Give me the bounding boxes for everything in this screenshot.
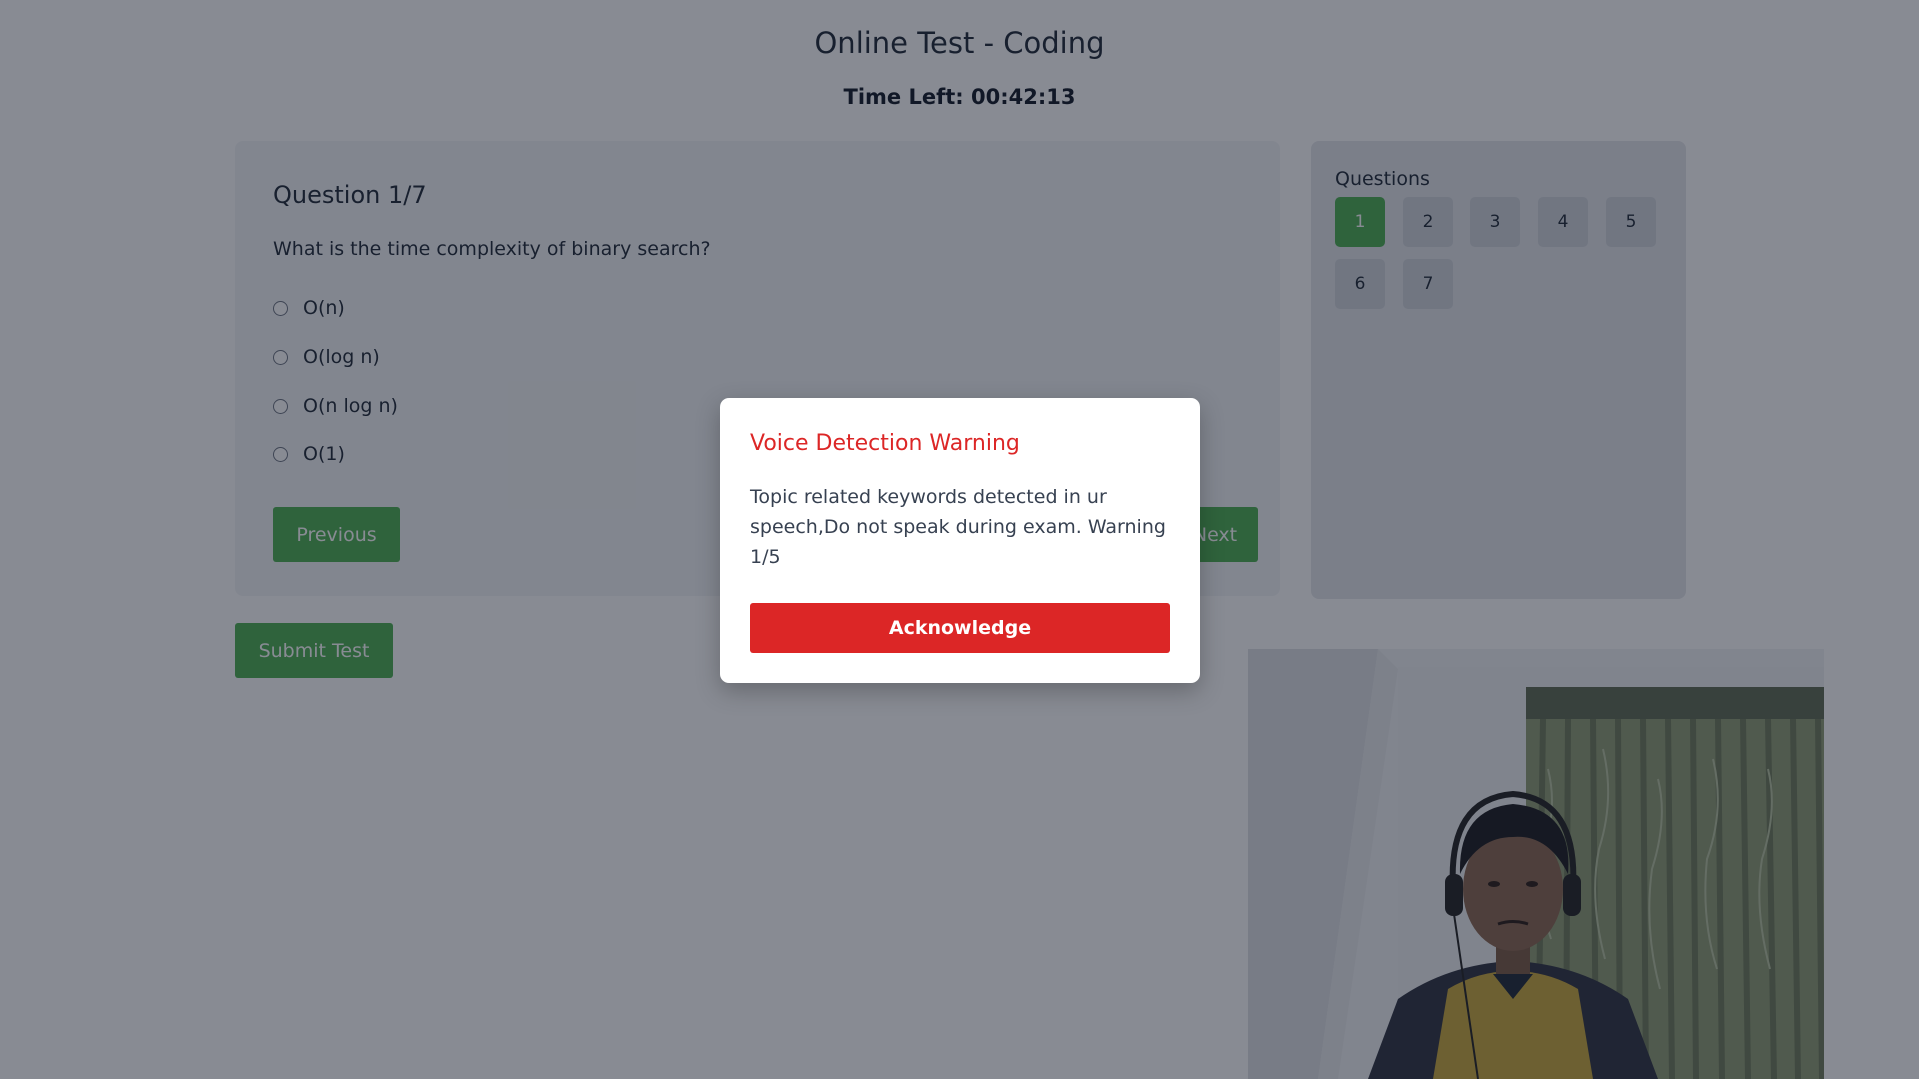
- voice-warning-modal: Voice Detection Warning Topic related ke…: [720, 398, 1200, 683]
- modal-message: Topic related keywords detected in ur sp…: [750, 486, 1166, 568]
- acknowledge-button[interactable]: Acknowledge: [750, 603, 1170, 653]
- modal-title: Voice Detection Warning: [750, 431, 1020, 456]
